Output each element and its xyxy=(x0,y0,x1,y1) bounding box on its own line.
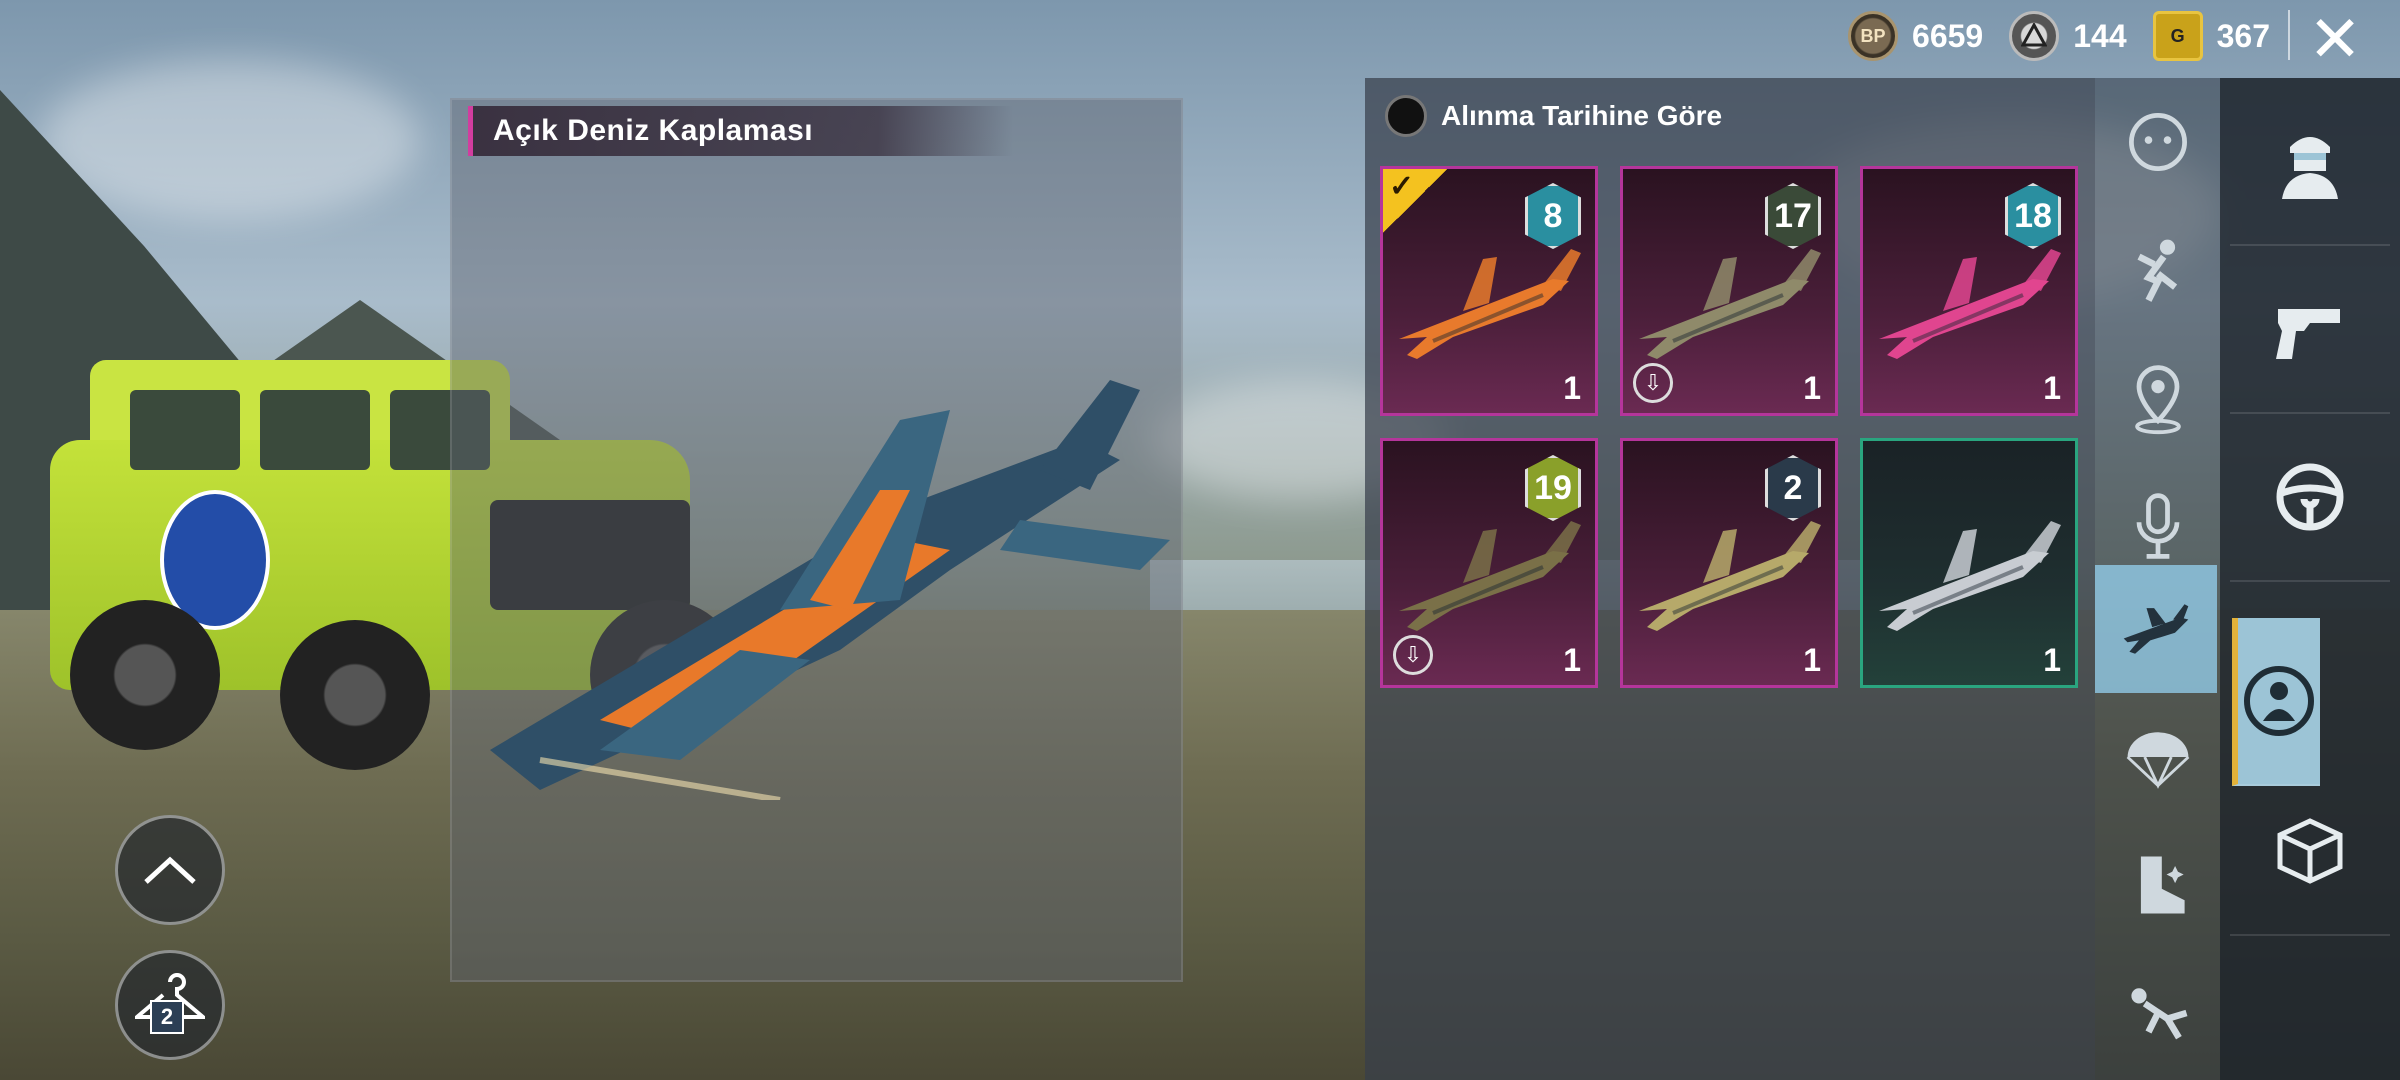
emote-pose-icon xyxy=(2137,239,2177,302)
inventory-card[interactable]: 21 xyxy=(1620,438,1838,688)
main-tab-bar xyxy=(2220,78,2400,1080)
close-icon: ✕ xyxy=(2308,2,2362,75)
inventory-panel: Alınma Tarihine Göre ✓ 8 1 17 ⇩ 1 18 1 19 ⇩ 1 xyxy=(1365,78,2095,1080)
plane-thumbnail xyxy=(1879,249,2061,359)
inventory-card[interactable]: 17 ⇩ 1 xyxy=(1620,166,1838,416)
tab-vehicles[interactable] xyxy=(2230,414,2390,582)
category-location[interactable] xyxy=(2095,334,2220,462)
plane-thumbnail xyxy=(1639,249,1821,359)
currency-uc[interactable]: G 367 xyxy=(2152,11,2270,61)
currency-ag[interactable]: 144 xyxy=(2009,11,2127,61)
plane-thumbnail xyxy=(1399,249,1581,359)
expand-up-button[interactable] xyxy=(115,815,225,925)
divider xyxy=(2288,10,2290,60)
crate-icon xyxy=(2277,818,2343,884)
microphone-icon xyxy=(2136,493,2179,559)
jeep-wheel xyxy=(70,600,220,750)
steering-wheel-icon xyxy=(2276,463,2344,531)
category-sidebar xyxy=(2095,78,2220,1080)
character-icon xyxy=(2282,137,2338,199)
location-pin-icon xyxy=(2134,365,2181,435)
plane-thumbnail xyxy=(1639,521,1821,631)
item-quantity: 1 xyxy=(1803,642,1821,678)
currency-amount: 6659 xyxy=(1912,17,1984,54)
wardrobe-count-badge: 2 xyxy=(150,1000,184,1034)
close-button[interactable]: ✕ xyxy=(2300,2,2370,75)
item-title: Açık Deniz Kaplaması xyxy=(468,106,1013,156)
tab-weapons[interactable] xyxy=(2230,246,2390,414)
sort-label: Alınma Tarihine Göre xyxy=(1441,100,1723,131)
category-parachute[interactable] xyxy=(2095,693,2220,821)
boot-icon xyxy=(2140,856,2185,914)
sort-radio[interactable] xyxy=(1385,95,1427,137)
bp-coin-icon: BP xyxy=(1848,11,1899,61)
player-avatar-icon xyxy=(2244,666,2314,736)
plane-tail xyxy=(1040,380,1140,490)
item-quantity: 1 xyxy=(1803,370,1821,406)
category-emote-face[interactable] xyxy=(2095,78,2220,206)
currency-amount: 367 xyxy=(2216,17,2270,54)
sort-toggle[interactable]: Alınma Tarihine Göre xyxy=(1385,86,1722,146)
jeep-window xyxy=(130,390,240,470)
emote-face-icon xyxy=(2128,113,2187,171)
item-quantity: 1 xyxy=(2043,642,2061,678)
currency-bar: BP 6659 144 G 367 xyxy=(1848,8,2270,64)
currency-bp[interactable]: BP 6659 xyxy=(1848,11,1983,61)
ag-coin-icon xyxy=(2009,11,2060,61)
skydive-icon xyxy=(2130,988,2187,1040)
inventory-card[interactable]: 18 1 xyxy=(1860,166,2078,416)
category-emote-pose[interactable] xyxy=(2095,206,2220,334)
inventory-card[interactable]: ✓ 8 1 xyxy=(1380,166,1598,416)
equipped-check-icon: ✓ xyxy=(1383,169,1447,233)
chevron-up-icon xyxy=(144,856,196,884)
download-icon[interactable]: ⇩ xyxy=(1633,363,1673,403)
plane-thumbnail xyxy=(1399,521,1581,631)
plane-preview[interactable] xyxy=(480,380,1180,800)
parachute-icon xyxy=(2126,732,2189,789)
jeep-window xyxy=(260,390,370,470)
tab-player-items[interactable] xyxy=(2232,618,2320,786)
plane-stabilizer xyxy=(1000,520,1170,570)
item-quantity: 1 xyxy=(2043,370,2061,406)
inventory-card[interactable]: 1 xyxy=(1860,438,2078,688)
category-skydive[interactable] xyxy=(2095,949,2220,1077)
item-grid: ✓ 8 1 17 ⇩ 1 18 1 19 ⇩ 1 21 1 xyxy=(1380,166,2078,688)
tab-character[interactable] xyxy=(2230,78,2390,246)
inventory-card[interactable]: 19 ⇩ 1 xyxy=(1380,438,1598,688)
tab-crates[interactable] xyxy=(2230,768,2390,936)
category-shoes[interactable] xyxy=(2095,821,2220,949)
item-quantity: 1 xyxy=(1563,370,1581,406)
currency-amount: 144 xyxy=(2073,17,2127,54)
jeep-wheel xyxy=(280,620,430,770)
item-quantity: 1 xyxy=(1563,642,1581,678)
plane-trail xyxy=(539,757,781,800)
download-icon[interactable]: ⇩ xyxy=(1393,635,1433,675)
pistol-icon xyxy=(2276,309,2340,359)
category-airplane[interactable] xyxy=(2095,565,2217,693)
plane-thumbnail xyxy=(1879,521,2061,631)
airplane-icon xyxy=(2123,604,2189,654)
uc-coin-icon: G xyxy=(2152,11,2203,61)
